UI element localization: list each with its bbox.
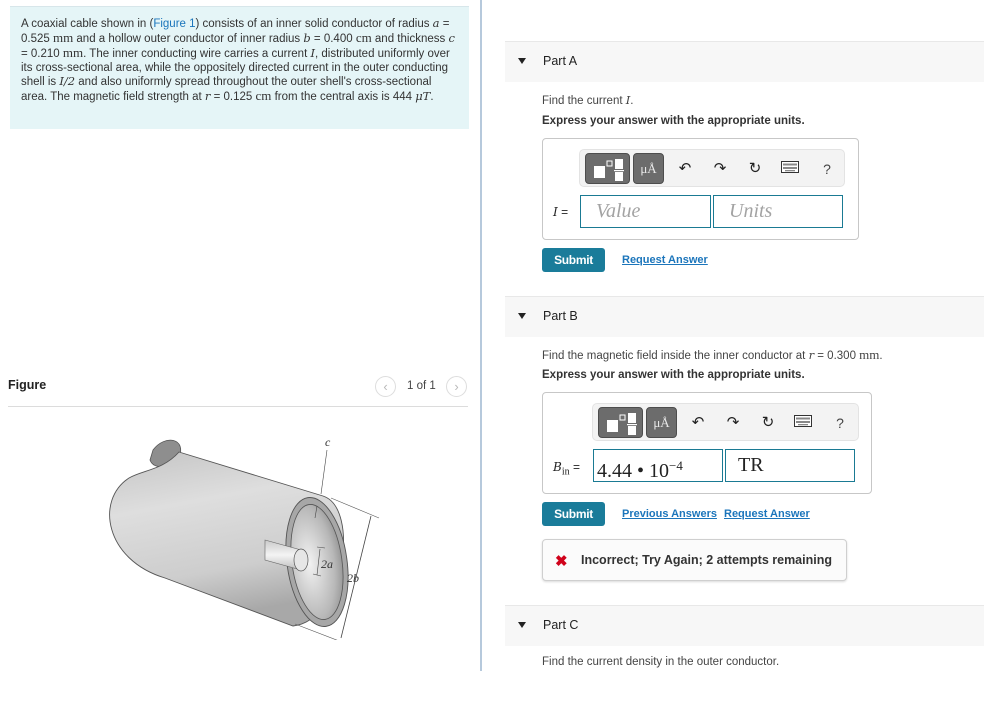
part-a-header[interactable]: Part A bbox=[505, 41, 984, 82]
inner-conductor-end bbox=[293, 548, 309, 572]
keyboard-icon[interactable] bbox=[780, 159, 800, 179]
label-2a: 2a bbox=[321, 557, 333, 571]
label-2b: 2b bbox=[347, 571, 359, 585]
part-c-header[interactable]: Part C bbox=[505, 605, 984, 646]
prompt-text: . bbox=[630, 95, 634, 107]
units-button[interactable]: μÅ bbox=[646, 407, 677, 438]
problem-text: . The inner conducting wire carries a cu… bbox=[83, 48, 311, 61]
keyboard-glyph bbox=[794, 415, 812, 427]
equals-sign: = bbox=[557, 205, 569, 219]
part-b-title: Part B bbox=[543, 309, 578, 323]
figure-next-button[interactable]: › bbox=[446, 376, 467, 397]
value-c: = 0.210 bbox=[21, 48, 63, 61]
error-x-icon: ✖ bbox=[555, 553, 568, 570]
feedback-message: ✖ Incorrect; Try Again; 2 attempts remai… bbox=[542, 539, 847, 581]
var-b: b bbox=[303, 31, 311, 46]
help-icon[interactable]: ? bbox=[830, 413, 850, 433]
math-toolbar: μÅ ↶ ↷ ↻ ? bbox=[579, 149, 845, 187]
templates-icon bbox=[594, 159, 624, 181]
unit-a: mm bbox=[52, 30, 74, 46]
help-icon[interactable]: ? bbox=[817, 159, 837, 179]
reset-icon[interactable]: ↻ bbox=[758, 413, 778, 433]
prompt-text: Find the current bbox=[542, 95, 626, 107]
part-b-previous-answers-link[interactable]: Previous Answers bbox=[622, 508, 717, 520]
part-a-value-input[interactable]: Value bbox=[580, 195, 711, 228]
caret-down-icon bbox=[518, 622, 526, 628]
templates-button[interactable] bbox=[598, 407, 643, 438]
column-divider bbox=[480, 0, 482, 671]
caret-down-icon bbox=[518, 58, 526, 64]
part-c-prompt: Find the current density in the outer co… bbox=[542, 656, 780, 668]
part-a-request-answer-link[interactable]: Request Answer bbox=[622, 254, 708, 266]
var-I-half: I/2 bbox=[59, 73, 76, 88]
value-b: = 0.400 bbox=[310, 33, 356, 46]
chevron-right-icon: › bbox=[454, 379, 459, 394]
feedback-text: Incorrect; Try Again; 2 attempts remaini… bbox=[581, 553, 832, 567]
part-c-title: Part C bbox=[543, 618, 579, 632]
chevron-left-icon: ‹ bbox=[383, 379, 388, 394]
problem-text: and thickness bbox=[371, 33, 449, 46]
prompt-value: = 0.300 bbox=[814, 350, 860, 362]
prompt-text: Find the magnetic field inside the inner… bbox=[542, 350, 809, 362]
figure-header: Figure ‹ 1 of 1 › bbox=[8, 376, 468, 407]
templates-button[interactable] bbox=[585, 153, 630, 184]
figure-title: Figure bbox=[8, 378, 47, 392]
unit-b: cm bbox=[355, 30, 372, 46]
subscript-in: in bbox=[561, 466, 570, 478]
part-a-prompt: Find the current I. bbox=[542, 93, 633, 107]
part-b-instructions: Express your answer with the appropriate… bbox=[542, 369, 805, 381]
part-b-field-label: Bin = bbox=[553, 460, 580, 477]
prompt-unit: mm bbox=[859, 347, 880, 362]
unit-c: mm bbox=[62, 45, 84, 61]
part-a-field-label: I = bbox=[553, 205, 568, 219]
value-exponent: −4 bbox=[669, 458, 683, 473]
part-b-request-answer-link[interactable]: Request Answer bbox=[724, 508, 810, 520]
part-b-submit-button[interactable]: Submit bbox=[542, 502, 605, 526]
figure-prev-button[interactable]: ‹ bbox=[375, 376, 396, 397]
part-b-prompt: Find the magnetic field inside the inner… bbox=[542, 347, 883, 363]
label-c: c bbox=[325, 435, 331, 449]
unit-field: μT bbox=[415, 89, 431, 104]
keyboard-glyph bbox=[781, 161, 799, 173]
var-c: c bbox=[448, 31, 455, 46]
redo-icon[interactable]: ↷ bbox=[710, 159, 730, 179]
math-toolbar: μÅ ↶ ↷ ↻ ? bbox=[592, 403, 859, 441]
reset-icon[interactable]: ↻ bbox=[745, 159, 765, 179]
figure-counter: 1 of 1 bbox=[407, 380, 436, 392]
templates-icon bbox=[607, 413, 637, 435]
problem-statement: A coaxial cable shown in (Figure 1) cons… bbox=[10, 6, 469, 129]
units-button[interactable]: μÅ bbox=[633, 153, 664, 184]
part-a-title: Part A bbox=[543, 54, 578, 68]
problem-text: and a hollow outer conductor of inner ra… bbox=[73, 33, 304, 46]
value-r: = 0.125 bbox=[210, 91, 256, 104]
prompt-text: . bbox=[879, 350, 883, 362]
part-a-answer-box: μÅ ↶ ↷ ↻ ? I = Value Units bbox=[542, 138, 859, 240]
part-b-answer-box: μÅ ↶ ↷ ↻ ? Bin = 4.44 • 10−4 TR bbox=[542, 392, 872, 494]
part-a-instructions: Express your answer with the appropriate… bbox=[542, 115, 805, 127]
var-a: a bbox=[432, 16, 440, 30]
var-B: B bbox=[553, 460, 562, 474]
part-b-header[interactable]: Part B bbox=[505, 296, 984, 337]
caret-down-icon bbox=[518, 313, 526, 319]
undo-icon[interactable]: ↶ bbox=[675, 159, 695, 179]
keyboard-icon[interactable] bbox=[793, 413, 813, 433]
part-a-units-input[interactable]: Units bbox=[713, 195, 843, 228]
figure-link[interactable]: Figure 1 bbox=[153, 18, 195, 30]
problem-text: ) consists of an inner solid conductor o… bbox=[195, 18, 433, 30]
problem-text: A coaxial cable shown in ( bbox=[21, 18, 154, 30]
unit-r: cm bbox=[255, 88, 272, 104]
problem-text: . bbox=[430, 91, 434, 104]
part-a-submit-button[interactable]: Submit bbox=[542, 248, 605, 272]
redo-icon[interactable]: ↷ bbox=[723, 413, 743, 433]
coaxial-cable-figure[interactable]: c 2a 2b bbox=[95, 430, 385, 640]
undo-icon[interactable]: ↶ bbox=[688, 413, 708, 433]
value-mantissa: 4.44 • 10 bbox=[597, 460, 670, 482]
equals-sign: = bbox=[569, 460, 580, 474]
part-b-units-input[interactable]: TR bbox=[725, 449, 855, 482]
part-b-value-input[interactable]: 4.44 • 10−4 bbox=[593, 449, 723, 482]
problem-text: from the central axis is 444 bbox=[271, 91, 416, 104]
